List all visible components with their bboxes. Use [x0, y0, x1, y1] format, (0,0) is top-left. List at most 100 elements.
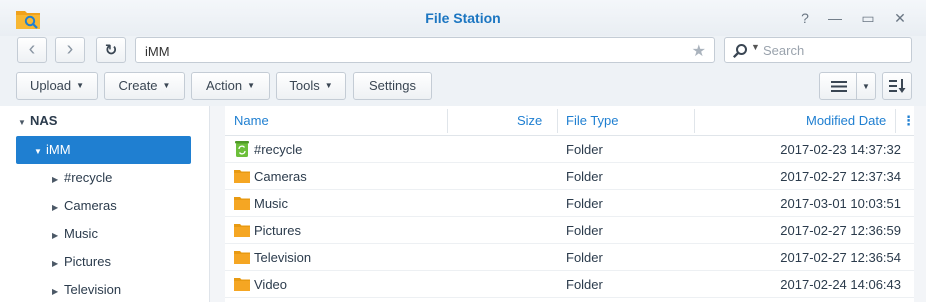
collapsed-arrow-icon[interactable]: ▶: [52, 194, 64, 222]
table-row[interactable]: Cameras Folder 2017-02-27 12:37:34: [225, 163, 914, 190]
table-row[interactable]: Pictures Folder 2017-02-27 12:36:59: [225, 217, 914, 244]
column-divider[interactable]: [447, 109, 448, 133]
file-list: Name Size File Type Modified Date ⋮ #rec…: [225, 106, 915, 302]
expanded-arrow-icon[interactable]: ▼: [18, 109, 30, 137]
tree-item-label: #recycle: [64, 170, 113, 185]
action-button[interactable]: Action ▼: [191, 72, 270, 100]
table-row[interactable]: Television Folder 2017-02-27 12:36:54: [225, 244, 914, 271]
tree-item-label: Pictures: [64, 254, 111, 269]
file-type: Folder: [566, 169, 603, 184]
tools-button[interactable]: Tools ▼: [276, 72, 346, 100]
file-type: Folder: [566, 223, 603, 238]
tree-item-label: iMM: [46, 142, 71, 157]
chevron-left-icon: ‹: [28, 38, 36, 60]
column-header-file-type[interactable]: File Type: [566, 106, 619, 136]
create-button[interactable]: Create ▼: [104, 72, 185, 100]
window-title: File Station: [425, 10, 501, 26]
collapsed-arrow-icon[interactable]: ▶: [52, 222, 64, 250]
file-modified-date: 2017-02-24 14:06:43: [780, 277, 901, 292]
create-caret-icon: ▼: [162, 81, 171, 90]
tree-item-label: Cameras: [64, 198, 117, 213]
view-mode-caret-icon: ▼: [862, 82, 870, 91]
recycle-bin-icon: [235, 141, 249, 157]
expanded-arrow-icon[interactable]: ▼: [34, 138, 46, 166]
collapsed-arrow-icon[interactable]: ▶: [52, 166, 64, 194]
column-divider[interactable]: [895, 109, 896, 133]
file-type: Folder: [566, 142, 603, 157]
file-modified-date: 2017-02-27 12:37:34: [780, 169, 901, 184]
tree-item-label: Television: [64, 282, 122, 297]
tree-item-cameras[interactable]: ▶ Cameras: [52, 192, 202, 220]
file-name: #recycle: [254, 142, 303, 157]
sort-button[interactable]: [882, 72, 912, 100]
sort-icon: [889, 79, 906, 93]
collapsed-arrow-icon[interactable]: ▶: [52, 250, 64, 278]
view-mode-button[interactable]: ▼: [819, 72, 876, 100]
chevron-right-icon: ›: [66, 38, 74, 60]
minimize-button[interactable]: —: [826, 9, 844, 27]
folder-icon: [234, 170, 250, 183]
create-label: Create: [118, 78, 158, 93]
tree-item-recycle[interactable]: ▶ #recycle: [52, 164, 202, 192]
table-row[interactable]: Music Folder 2017-03-01 10:03:51: [225, 190, 914, 217]
title-bar: File Station ? — ▭ ✕: [0, 0, 926, 36]
forward-button[interactable]: ›: [55, 37, 85, 63]
action-toolbar: Upload ▼ Create ▼ Action ▼ Tools ▼ Settings …: [0, 66, 926, 106]
search-options-caret-icon[interactable]: ▼: [751, 42, 760, 52]
tree-root-nas[interactable]: ▼ NAS: [18, 107, 198, 135]
file-modified-date: 2017-02-23 14:37:32: [780, 142, 901, 157]
file-type: Folder: [566, 277, 603, 292]
column-divider[interactable]: [694, 109, 695, 133]
folder-icon: [234, 197, 250, 210]
action-caret-icon: ▼: [247, 81, 256, 90]
tree-item-television[interactable]: ▶ Television: [52, 276, 202, 302]
path-field[interactable]: iMM ★: [135, 37, 715, 63]
column-header-name[interactable]: Name: [234, 106, 269, 136]
list-view-icon: [831, 81, 847, 92]
column-divider[interactable]: [557, 109, 558, 133]
upload-button[interactable]: Upload ▼: [16, 72, 98, 100]
column-header-modified-date[interactable]: Modified Date: [806, 106, 886, 136]
tree-item-pictures[interactable]: ▶ Pictures: [52, 248, 202, 276]
help-button[interactable]: ?: [796, 9, 814, 27]
path-text: iMM: [145, 44, 170, 59]
file-name: Pictures: [254, 223, 301, 238]
refresh-icon: ↻: [104, 42, 118, 59]
tree-root-label: NAS: [30, 113, 58, 128]
search-input[interactable]: [763, 41, 903, 60]
folder-tree: ▼ NAS ▼ iMM ▶ #recycle ▶ Cameras ▶ Music ▶ Pic…: [0, 106, 209, 302]
folder-icon: [234, 278, 250, 291]
table-row[interactable]: #recycle Folder 2017-02-23 14:37:32: [225, 136, 914, 163]
file-name: Video: [254, 277, 288, 292]
file-type: Folder: [566, 196, 603, 211]
table-row[interactable]: Video Folder 2017-02-24 14:06:43: [225, 271, 914, 298]
folder-icon: [234, 224, 250, 237]
tree-item-imm[interactable]: ▼ iMM: [16, 136, 191, 164]
tools-caret-icon: ▼: [324, 81, 333, 90]
upload-caret-icon: ▼: [76, 81, 85, 90]
refresh-button[interactable]: ↻: [96, 37, 126, 63]
column-header-size[interactable]: Size: [517, 106, 542, 136]
search-box[interactable]: ▼: [724, 37, 912, 63]
star-icon[interactable]: ★: [692, 41, 706, 61]
file-modified-date: 2017-02-27 12:36:54: [780, 250, 901, 265]
file-name: Music: [254, 196, 288, 211]
tree-item-label: Music: [64, 226, 98, 241]
file-modified-date: 2017-02-27 12:36:59: [780, 223, 901, 238]
folder-icon: [234, 251, 250, 264]
tools-label: Tools: [289, 78, 320, 93]
settings-label: Settings: [369, 78, 416, 93]
settings-button[interactable]: Settings: [353, 72, 432, 100]
action-label: Action: [205, 78, 243, 93]
upload-label: Upload: [29, 78, 72, 93]
maximize-button[interactable]: ▭: [859, 9, 877, 27]
tree-item-music[interactable]: ▶ Music: [52, 220, 202, 248]
back-button[interactable]: ‹: [17, 37, 47, 63]
file-name: Television: [254, 250, 312, 265]
file-list-header: Name Size File Type Modified Date ⋮: [225, 106, 915, 136]
file-type: Folder: [566, 250, 603, 265]
close-button[interactable]: ✕: [891, 9, 909, 27]
collapsed-arrow-icon[interactable]: ▶: [52, 278, 64, 302]
search-icon[interactable]: [732, 43, 748, 59]
scrollbar-track[interactable]: [914, 106, 926, 302]
